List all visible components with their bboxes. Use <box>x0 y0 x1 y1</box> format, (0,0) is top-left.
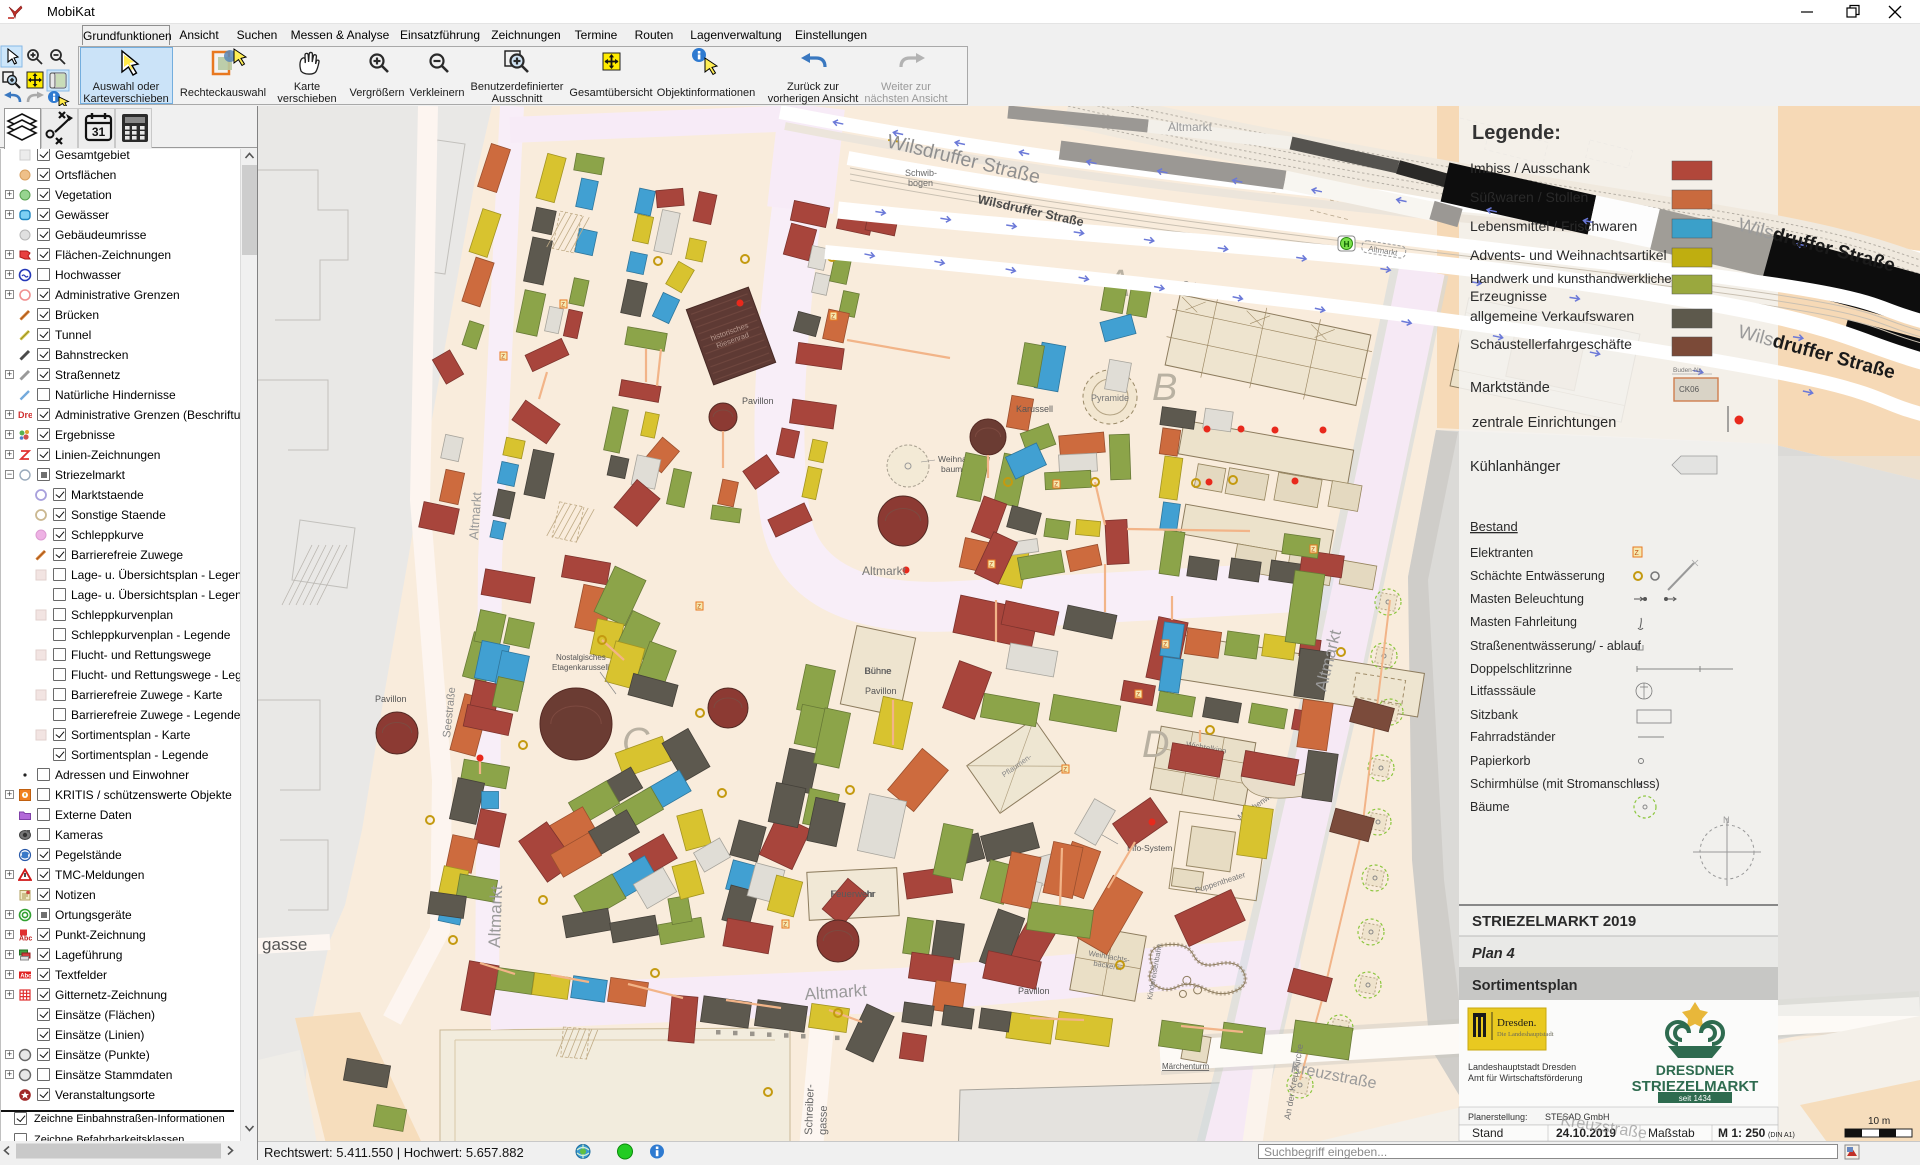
svg-text:B: B <box>1152 367 1177 409</box>
svg-text:Sitzbank: Sitzbank <box>1470 708 1519 722</box>
svg-text:Z: Z <box>783 923 787 929</box>
svg-text:Süßwaren / Stollen: Süßwaren / Stollen <box>1470 189 1588 205</box>
svg-text:gasse: gasse <box>262 935 307 954</box>
svg-text:Handwerk und kunsthandwerklich: Handwerk und kunsthandwerkliche <box>1470 271 1672 286</box>
svg-text:Z: Z <box>1635 550 1640 557</box>
svg-text:Märchenturm: Märchenturm <box>1162 1062 1209 1071</box>
svg-text:Altmarkt: Altmarkt <box>862 564 907 578</box>
svg-text:Z: Z <box>1136 693 1140 699</box>
svg-text:Schreiber-: Schreiber- <box>803 1084 817 1135</box>
svg-text:Pyramide: Pyramide <box>1091 393 1129 403</box>
svg-text:Z: Z <box>1054 483 1058 489</box>
svg-text:Papierkorb: Papierkorb <box>1470 754 1530 768</box>
svg-text:Doppelschlitzrinne: Doppelschlitzrinne <box>1470 662 1572 676</box>
svg-text:Karussell: Karussell <box>1016 404 1053 414</box>
svg-text:Z: Z <box>501 355 505 361</box>
svg-text:Z: Z <box>1311 548 1315 554</box>
svg-text:H: H <box>1344 240 1350 249</box>
svg-text:zentrale Einrichtungen: zentrale Einrichtungen <box>1472 415 1616 431</box>
svg-text:Litfasssäule: Litfasssäule <box>1470 684 1536 698</box>
svg-text:baum: baum <box>941 464 962 474</box>
svg-text:Pavillon: Pavillon <box>375 694 407 704</box>
svg-text:Marktstände: Marktstände <box>1470 380 1550 396</box>
svg-text:Dre: Dre <box>18 410 32 420</box>
svg-text:Maßstab: Maßstab <box>1648 1126 1695 1140</box>
svg-text:CK06: CK06 <box>1679 385 1700 394</box>
svg-text:allgemeine Verkaufswaren: allgemeine Verkaufswaren <box>1470 308 1634 324</box>
svg-text:Legende:: Legende: <box>1472 122 1561 144</box>
svg-text:Z: Z <box>561 303 565 309</box>
svg-text:Altmarkt: Altmarkt <box>485 885 506 948</box>
svg-text:Planerstellung:: Planerstellung: <box>1468 1112 1528 1122</box>
svg-text:Advents- und Weihnachtsartikel: Advents- und Weihnachtsartikel <box>1470 247 1667 263</box>
svg-text:Die Landeshauptstadt: Die Landeshauptstadt <box>1497 1031 1554 1038</box>
svg-text:Imbiss / Ausschank: Imbiss / Ausschank <box>1470 160 1591 176</box>
svg-text:Z: Z <box>1063 768 1067 774</box>
svg-text:Z: Z <box>989 563 993 569</box>
svg-text:Bühne: Bühne <box>864 666 891 677</box>
svg-text:Altmarkt: Altmarkt <box>1168 120 1213 134</box>
svg-text:DRESDNER: DRESDNER <box>1656 1062 1735 1078</box>
svg-text:Amt für Wirtschaftsförderung: Amt für Wirtschaftsförderung <box>1468 1073 1583 1083</box>
svg-text:STRIEZELMARKT 2019: STRIEZELMARKT 2019 <box>1472 913 1636 930</box>
svg-text:M 1: 250: M 1: 250 <box>1718 1126 1766 1140</box>
svg-text:Pavillon: Pavillon <box>1018 986 1050 996</box>
svg-text:10 m: 10 m <box>1868 1116 1890 1127</box>
svg-text:seit 1434: seit 1434 <box>1679 1094 1712 1103</box>
svg-text:31: 31 <box>92 125 106 139</box>
svg-text:Sortimentsplan: Sortimentsplan <box>1472 978 1578 994</box>
svg-text:D: D <box>1142 724 1169 766</box>
svg-text:(DIN A1): (DIN A1) <box>1768 1132 1795 1139</box>
svg-text:Schaustellerfahrgeschäfte: Schaustellerfahrgeschäfte <box>1470 336 1632 352</box>
svg-text:Masten Fahrleitung: Masten Fahrleitung <box>1470 615 1577 629</box>
svg-text:Pavillon: Pavillon <box>865 686 897 696</box>
svg-text:Dresden.: Dresden. <box>1497 1017 1537 1029</box>
svg-text:N: N <box>1723 815 1730 825</box>
svg-text:Masten Beleuchtung: Masten Beleuchtung <box>1470 592 1584 606</box>
svg-text:Nostalgisches: Nostalgisches <box>556 653 606 662</box>
svg-text:Lebensmittel / Frischwaren: Lebensmittel / Frischwaren <box>1470 218 1637 234</box>
svg-text:Elektranten: Elektranten <box>1470 546 1533 560</box>
svg-text:Plan 4: Plan 4 <box>1472 946 1515 962</box>
svg-text:Etagenkarussell: Etagenkarussell <box>552 663 609 672</box>
svg-text:Stand: Stand <box>1472 1126 1503 1140</box>
svg-text:Buden-Nr.: Buden-Nr. <box>1673 367 1702 374</box>
svg-text:Erzeugnisse: Erzeugnisse <box>1470 288 1547 304</box>
svg-text:Feuerwehr: Feuerwehr <box>830 889 875 900</box>
svg-text:Z: Z <box>831 315 835 321</box>
svg-text:Landeshauptstadt Dresden: Landeshauptstadt Dresden <box>1468 1062 1576 1072</box>
svg-text:Abc: Abc <box>20 974 32 980</box>
svg-text:Z: Z <box>1163 643 1167 649</box>
svg-text:Z: Z <box>697 605 701 611</box>
svg-text:Schächte Entwässerung: Schächte Entwässerung <box>1470 569 1605 583</box>
svg-text:Fahrradständer: Fahrradständer <box>1470 730 1555 744</box>
svg-text:gasse: gasse <box>817 1105 830 1135</box>
svg-text:bogen: bogen <box>908 178 933 188</box>
svg-text:Abc: Abc <box>19 936 32 943</box>
svg-text:Schwib-: Schwib- <box>905 168 937 178</box>
svg-text:Bestand: Bestand <box>1470 519 1518 534</box>
svg-text:Schirmhülse (mit Stromanschlus: Schirmhülse (mit Stromanschluss) <box>1470 777 1660 791</box>
svg-text:Straßenentwässerung/ - ablauf: Straßenentwässerung/ - ablauf <box>1470 639 1641 653</box>
svg-text:Kühlanhänger: Kühlanhänger <box>1470 459 1560 475</box>
svg-text:Pavillon: Pavillon <box>742 396 774 406</box>
svg-text:Bäume: Bäume <box>1470 800 1510 814</box>
